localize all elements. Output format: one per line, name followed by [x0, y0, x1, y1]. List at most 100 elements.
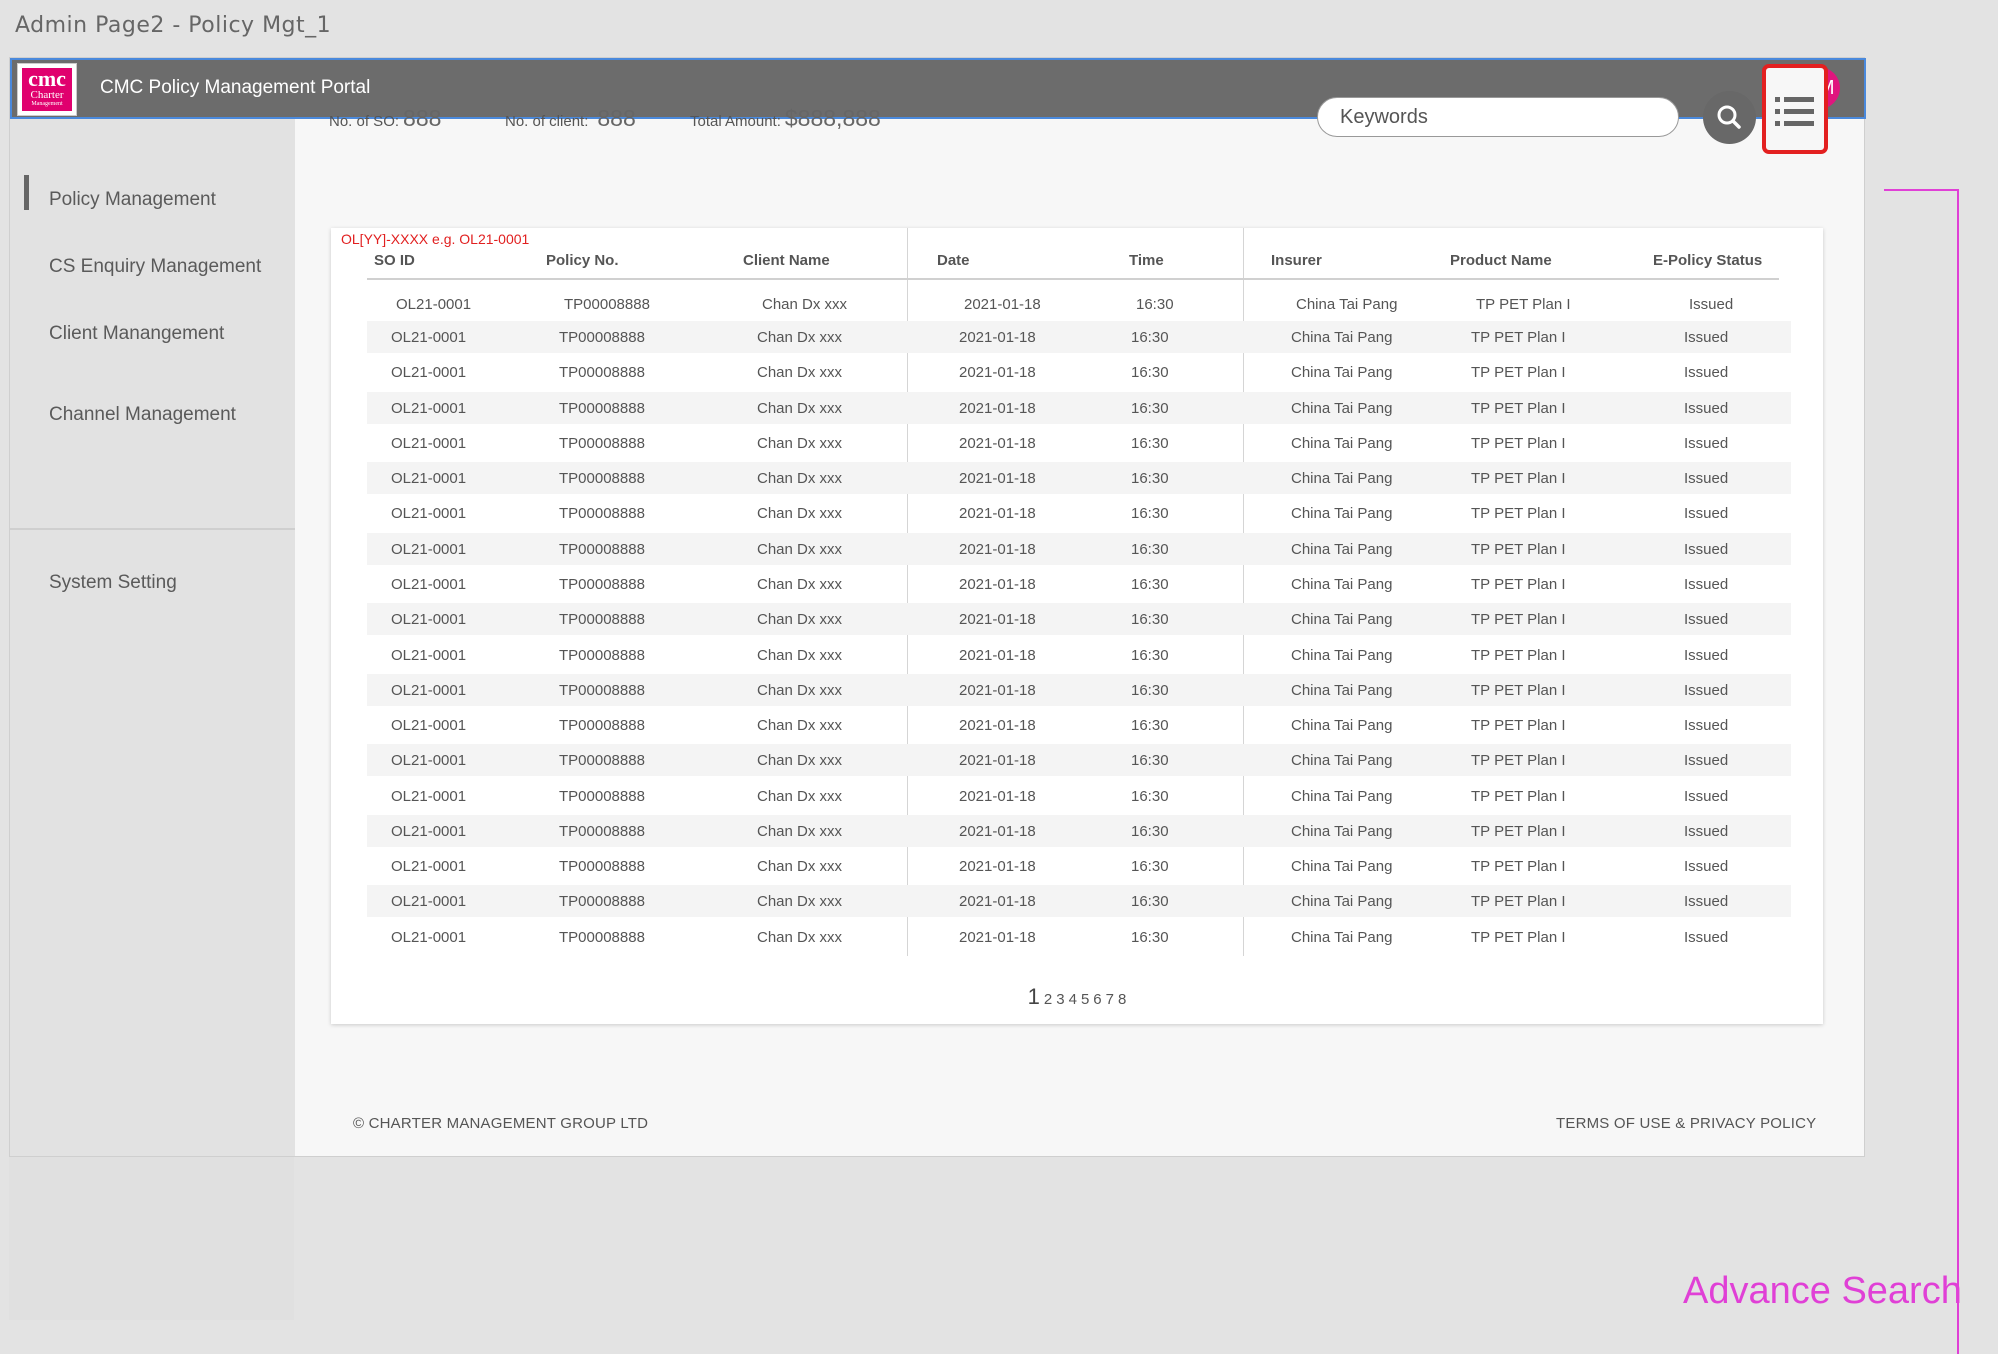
column-header-e-policy-status[interactable]: E-Policy Status	[1653, 252, 1762, 269]
column-header-so-id[interactable]: SO ID	[374, 252, 415, 269]
cell-time: 16:30	[1131, 646, 1169, 664]
column-header-time[interactable]: Time	[1129, 252, 1164, 269]
cell-so-id: OL21-0001	[391, 434, 467, 452]
cell-insurer: China Tai Pang	[1291, 540, 1393, 558]
cell-policy-no: TP00008888	[559, 787, 645, 805]
cell-client-name: Chan Dx xxx	[757, 399, 843, 417]
cell-e-policy-status: Issued	[1684, 717, 1729, 735]
table-row[interactable]: OL21-0001 TP00008888 Chan Dx xxx 2021-01-18…	[367, 568, 1791, 600]
page-8[interactable]: 8	[1118, 991, 1126, 1008]
cell-policy-no: TP00008888	[559, 646, 645, 664]
cell-date: 2021-01-18	[959, 858, 1036, 876]
cell-product-name: TP PET Plan I	[1471, 470, 1566, 488]
page-5[interactable]: 5	[1081, 991, 1089, 1008]
page-1[interactable]: 1	[1028, 984, 1040, 1010]
cell-insurer: China Tai Pang	[1291, 611, 1393, 629]
cell-client-name: Chan Dx xxx	[757, 928, 843, 946]
terms-privacy-link[interactable]: TERMS OF USE & PRIVACY POLICY	[1556, 1115, 1816, 1132]
table-row[interactable]: OL21-0001 TP00008888 Chan Dx xxx 2021-01-18…	[367, 532, 1791, 565]
table-row[interactable]: OL21-0001 TP00008888 Chan Dx xxx 2021-01-18…	[367, 921, 1791, 953]
column-header-policy-no[interactable]: Policy No.	[546, 252, 619, 269]
cell-time: 16:30	[1131, 505, 1169, 523]
column-header-client-name[interactable]: Client Name	[743, 252, 830, 269]
cell-so-id: OL21-0001	[391, 928, 467, 946]
cell-insurer: China Tai Pang	[1291, 364, 1393, 382]
cell-insurer: China Tai Pang	[1291, 329, 1393, 346]
advance-search-annotation: Advance Search	[1683, 1270, 1962, 1312]
cell-client-name: Chan Dx xxx	[757, 364, 843, 382]
cell-product-name: TP PET Plan I	[1471, 434, 1566, 452]
search-button[interactable]	[1703, 91, 1756, 144]
sidebar-item-policy-management[interactable]: Policy Management	[49, 189, 216, 211]
table-row[interactable]: OL21-0001 TP00008888 Chan Dx xxx 2021-01-18…	[367, 283, 1791, 319]
cell-policy-no: TP00008888	[559, 505, 645, 523]
table-row[interactable]: OL21-0001 TP00008888 Chan Dx xxx 2021-01-18…	[367, 850, 1791, 882]
client-count-value: 888	[597, 105, 636, 131]
copyright-text: © CHARTER MANAGEMENT GROUP LTD	[353, 1115, 649, 1132]
cell-date: 2021-01-18	[959, 364, 1036, 382]
table-row[interactable]: OL21-0001 TP00008888 Chan Dx xxx 2021-01-18…	[367, 356, 1791, 388]
table-row[interactable]: OL21-0001 TP00008888 Chan Dx xxx 2021-01-18…	[367, 603, 1791, 636]
cell-insurer: China Tai Pang	[1291, 928, 1393, 946]
page-3[interactable]: 3	[1056, 991, 1064, 1008]
cell-client-name: Chan Dx xxx	[757, 540, 843, 558]
search-icon	[1717, 105, 1741, 129]
cell-client-name: Chan Dx xxx	[757, 787, 843, 805]
page-2[interactable]: 2	[1044, 991, 1052, 1008]
table-row[interactable]: OL21-0001 TP00008888 Chan Dx xxx 2021-01-18…	[367, 744, 1791, 777]
sidebar-item-client-management[interactable]: Client Manangement	[49, 323, 224, 345]
cell-date: 2021-01-18	[959, 611, 1036, 629]
sidebar-item-cs-enquiry-management[interactable]: CS Enquiry Management	[49, 256, 261, 278]
table-row[interactable]: OL21-0001 TP00008888 Chan Dx xxx 2021-01-18…	[367, 780, 1791, 812]
cell-client-name: Chan Dx xxx	[757, 329, 843, 346]
cell-insurer: China Tai Pang	[1291, 646, 1393, 664]
page-6[interactable]: 6	[1093, 991, 1101, 1008]
cell-policy-no: TP00008888	[559, 364, 645, 382]
cell-policy-no: TP00008888	[559, 822, 645, 840]
table-row[interactable]: OL21-0001 TP00008888 Chan Dx xxx 2021-01-18…	[367, 462, 1791, 495]
cell-e-policy-status: Issued	[1684, 893, 1729, 911]
sidebar: Policy Management CS Enquiry Management …	[10, 119, 295, 1156]
cell-date: 2021-01-18	[959, 399, 1036, 417]
cell-policy-no: TP00008888	[559, 575, 645, 593]
sidebar-item-system-setting[interactable]: System Setting	[49, 572, 177, 594]
cell-so-id: OL21-0001	[391, 822, 467, 840]
cell-insurer: China Tai Pang	[1291, 858, 1393, 876]
page-4[interactable]: 4	[1069, 991, 1077, 1008]
cmc-logo[interactable]: cmc Charter Management	[17, 63, 77, 116]
cell-time: 16:30	[1131, 717, 1169, 735]
column-header-date[interactable]: Date	[937, 252, 970, 269]
table-row[interactable]: OL21-0001 TP00008888 Chan Dx xxx 2021-01-18…	[367, 497, 1791, 529]
table-row[interactable]: OL21-0001 TP00008888 Chan Dx xxx 2021-01-18…	[367, 427, 1791, 459]
table-row[interactable]: OL21-0001 TP00008888 Chan Dx xxx 2021-01-18…	[367, 709, 1791, 741]
cell-date: 2021-01-18	[959, 646, 1036, 664]
cell-time: 16:30	[1131, 399, 1169, 417]
cell-date: 2021-01-18	[959, 752, 1036, 770]
table-row[interactable]: OL21-0001 TP00008888 Chan Dx xxx 2021-01-18…	[367, 391, 1791, 424]
cell-policy-no: TP00008888	[559, 470, 645, 488]
table-row[interactable]: OL21-0001 TP00008888 Chan Dx xxx 2021-01-18…	[367, 885, 1791, 918]
page-7[interactable]: 7	[1106, 991, 1114, 1008]
cell-e-policy-status: Issued	[1684, 787, 1729, 805]
page-caption: Admin Page2 - Policy Mgt_1	[15, 13, 332, 38]
cell-product-name: TP PET Plan I	[1471, 575, 1566, 593]
table-row[interactable]: OL21-0001 TP00008888 Chan Dx xxx 2021-01-18…	[367, 814, 1791, 847]
table-row[interactable]: OL21-0001 TP00008888 Chan Dx xxx 2021-01-18…	[367, 673, 1791, 706]
sidebar-extension	[9, 1157, 294, 1320]
cell-e-policy-status: Issued	[1684, 681, 1729, 699]
table-row[interactable]: OL21-0001 TP00008888 Chan Dx xxx 2021-01-18…	[367, 321, 1791, 353]
search-input[interactable]	[1317, 97, 1679, 137]
cell-so-id: OL21-0001	[391, 858, 467, 876]
cell-e-policy-status: Issued	[1684, 470, 1729, 488]
cell-policy-no: TP00008888	[559, 681, 645, 699]
sidebar-item-channel-management[interactable]: Channel Management	[49, 404, 236, 426]
cell-date: 2021-01-18	[959, 893, 1036, 911]
cell-insurer: China Tai Pang	[1291, 575, 1393, 593]
cell-policy-no: TP00008888	[559, 329, 645, 346]
column-header-insurer[interactable]: Insurer	[1271, 252, 1322, 269]
column-header-product-name[interactable]: Product Name	[1450, 252, 1552, 269]
cell-product-name: TP PET Plan I	[1471, 858, 1566, 876]
table-row[interactable]: OL21-0001 TP00008888 Chan Dx xxx 2021-01-18…	[367, 639, 1791, 671]
policy-table-card: OL[YY]-XXXX e.g. OL21-0001 SO ID Policy N…	[331, 228, 1823, 1024]
advanced-search-menu-button[interactable]	[1762, 64, 1828, 154]
